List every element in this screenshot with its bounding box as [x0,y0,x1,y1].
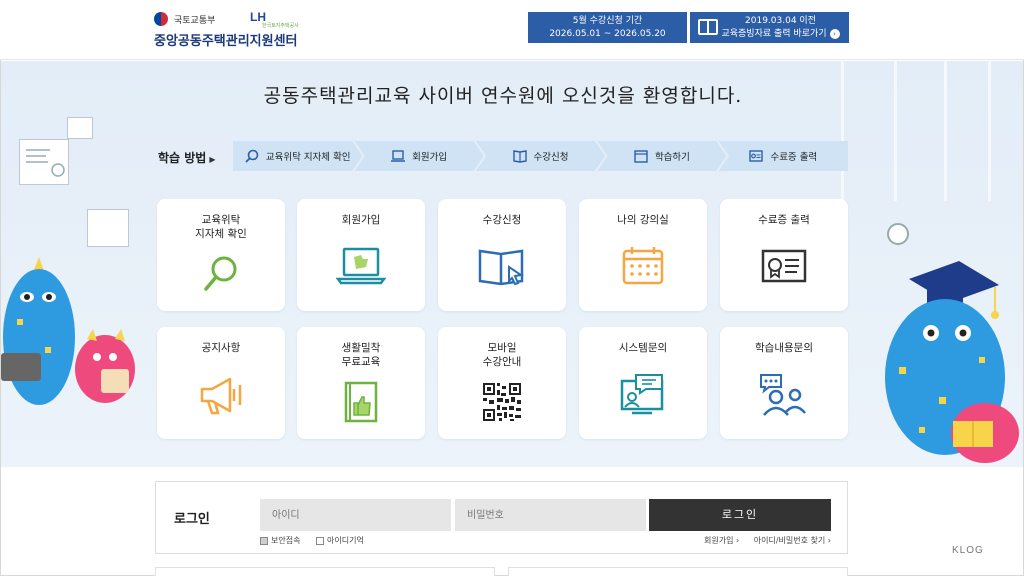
step-local-government-check[interactable]: 교육위탁 지자체 확인 [233,141,363,171]
study-method-label: 학습 방법 ▶ [158,149,216,166]
card-local-government-check[interactable]: 교육위탁 지자체 확인 [157,199,285,311]
secure-connection-label: 보안접속 [271,536,301,545]
card-title: 수료증 출력 [758,214,810,226]
government-emblem-icon [154,12,168,26]
enrollment-period-banner[interactable]: 5월 수강신청 기간 2026.05.01 ~ 2026.05.20 [528,12,687,43]
card-title: 나의 강의실 [617,214,669,226]
card-notices[interactable]: 공지사항 [157,327,285,439]
remember-id-checkbox[interactable]: 아이디기억 [316,535,364,546]
remember-id-label: 아이디기억 [327,536,364,545]
magnifier-icon [204,256,237,291]
checkbox-checked-icon [260,536,268,545]
arrow-right-icon: › [829,28,840,39]
certificate-icon [761,249,807,283]
step-label: 수강신청 [533,152,569,163]
bottom-panel-left [155,567,495,576]
laptop-puzzle-icon [336,247,386,285]
caret-right-icon: ▶ [209,155,216,164]
find-account-link[interactable]: 아이디/비밀번호 찾기 › [754,536,831,545]
site-name: 중앙공동주택관리지원센터 [154,34,298,49]
qr-code-icon [483,383,521,421]
laptop-icon [391,150,406,162]
card-title: 시스템문의 [618,342,668,354]
study-method-text: 학습 방법 [158,151,207,165]
search-icon [245,149,259,163]
card-title: 모바일 수강안내 [482,342,522,368]
people-chat-icon [760,374,806,416]
calendar-icon [634,150,648,163]
step-label: 수료증 출력 [770,152,818,163]
card-certificate[interactable]: 수료증 출력 [720,199,848,311]
certificate-banner-line2: 교육증빙자료 출력 바로가기 [721,29,827,39]
card-title: 학습내용문의 [755,342,813,354]
klog-watermark: KLOG [952,545,984,556]
card-free-life-education[interactable]: 생활밀착 무료교육 [297,327,425,439]
step-label: 회원가입 [412,152,448,163]
ministry-label: 국토교통부 [174,16,216,26]
secure-connection-checkbox[interactable]: 보안접속 [260,535,300,546]
lightbulb-icon [887,223,909,245]
note-decoration [19,139,69,185]
certificate-print-banner[interactable]: 2019.03.04 이전 교육증빙자료 출력 바로가기 › [690,12,849,43]
step-label: 학습하기 [654,152,690,163]
bottom-panel-right [508,567,848,576]
thumbs-up-book-icon [344,381,378,423]
step-sign-up[interactable]: 회원가입 [354,141,484,171]
account-links: 회원가입 › 아이디/비밀번호 찾기 › [692,535,831,546]
book-icon [698,19,718,35]
study-steps: 교육위탁 지자체 확인 회원가입 수강신청 학습하기 수료증 출력 [233,141,849,171]
card-title: 교육위탁 지자체 확인 [195,214,247,240]
site-header: 국토교통부 LH 한국토지주택공사 중앙공동주택관리지원센터 5월 수강신청 기… [0,0,1024,60]
welcome-message: 공동주택관리교육 사이버 연수원에 오신것을 환영합니다. [263,85,743,107]
card-title: 공지사항 [201,342,241,354]
login-button[interactable]: 로그인 [649,499,831,531]
card-enroll[interactable]: 수강신청 [438,199,566,311]
note-decoration [87,209,129,247]
login-panel: 로그인 로그인 보안접속 아이디기억 회원가입 › 아이디/비밀번호 찾기 › [155,481,848,554]
calendar-icon [622,247,664,285]
main-visual: 공동주택관리교육 사이버 연수원에 오신것을 환영합니다. 학습 방법 ▶ 교육… [1,61,1023,467]
book-icon [512,150,527,163]
lh-subtitle: 한국토지주택공사 [262,23,299,29]
step-label: 교육위탁 지자체 확인 [265,152,351,163]
monitor-chat-icon [620,374,664,415]
mascot-right-illustration [885,261,1019,463]
card-system-inquiry[interactable]: 시스템문의 [579,327,707,439]
step-study[interactable]: 학습하기 [597,141,727,171]
card-sign-up[interactable]: 회원가입 [297,199,425,311]
certificate-banner-line1: 2019.03.04 이전 [745,16,816,26]
mascot-left-illustration [1,257,135,405]
step-enroll[interactable]: 수강신청 [475,141,606,171]
card-my-classroom[interactable]: 나의 강의실 [579,199,707,311]
card-title: 생활밀착 무료교육 [341,342,381,368]
user-id-input[interactable] [260,499,451,531]
card-mobile-guide[interactable]: 모바일 수강안내 [438,327,566,439]
card-learning-inquiry[interactable]: 학습내용문의 [720,327,848,439]
certificate-icon [749,150,764,162]
step-certificate[interactable]: 수료증 출력 [718,141,849,171]
note-decoration [67,117,93,139]
password-input[interactable] [455,499,646,531]
book-cursor-icon [478,249,524,286]
card-title: 회원가입 [341,214,381,226]
enrollment-period-title: 5월 수강신청 기간 [572,16,643,26]
site-logo[interactable]: 국토교통부 LH 한국토지주택공사 중앙공동주택관리지원센터 [154,10,314,50]
enrollment-period-dates: 2026.05.01 ~ 2026.05.20 [549,29,666,39]
card-title: 수강신청 [482,214,522,226]
megaphone-icon [200,377,242,415]
checkbox-icon [316,536,324,545]
join-link[interactable]: 회원가입 › [704,536,739,545]
login-title: 로그인 [174,512,210,527]
